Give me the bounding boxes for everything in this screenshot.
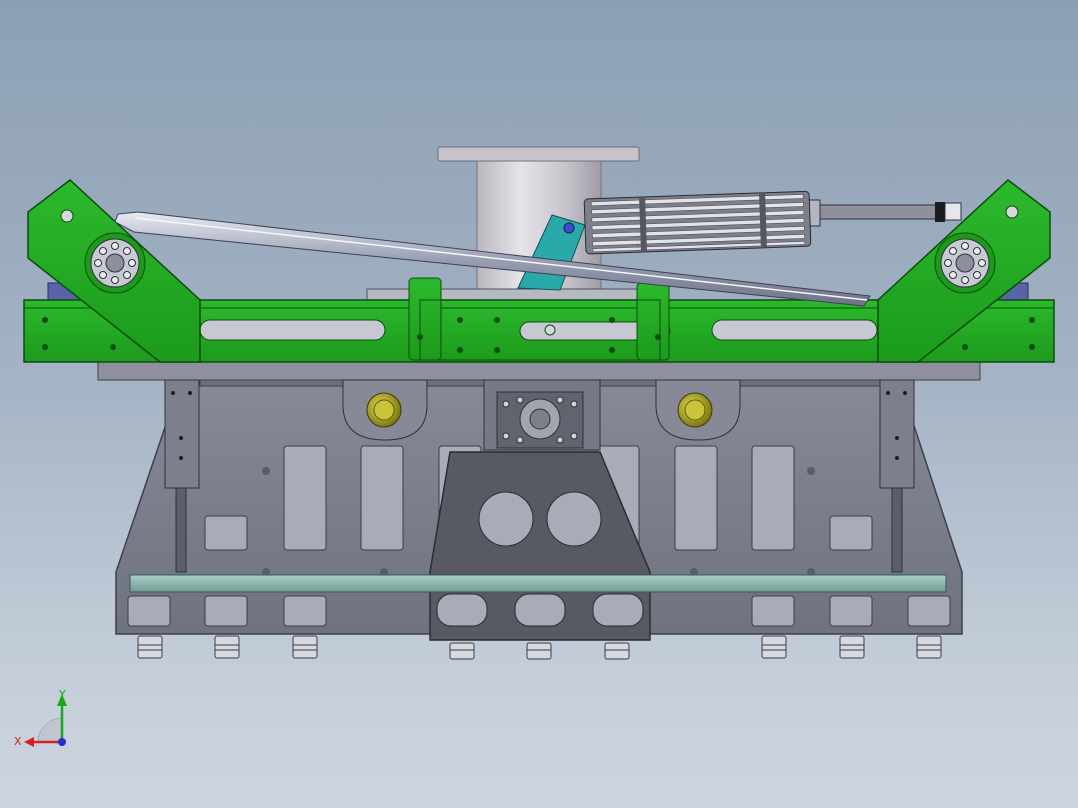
cad-viewport[interactable]: Y X [0, 0, 1078, 808]
transparent-bar[interactable] [129, 574, 947, 593]
coordinate-triad: Y X [10, 684, 80, 758]
pillow-block-right[interactable] [655, 379, 741, 441]
pneumatic-cylinder[interactable] [583, 190, 962, 255]
gripper-assembly-model[interactable] [0, 0, 1078, 808]
triad-y-label: Y [58, 688, 66, 701]
center-bearing-block[interactable] [483, 379, 601, 451]
coordinate-triad-icon: Y X [14, 688, 67, 748]
pillow-block-left[interactable] [342, 379, 428, 441]
triad-x-label: X [14, 735, 22, 748]
